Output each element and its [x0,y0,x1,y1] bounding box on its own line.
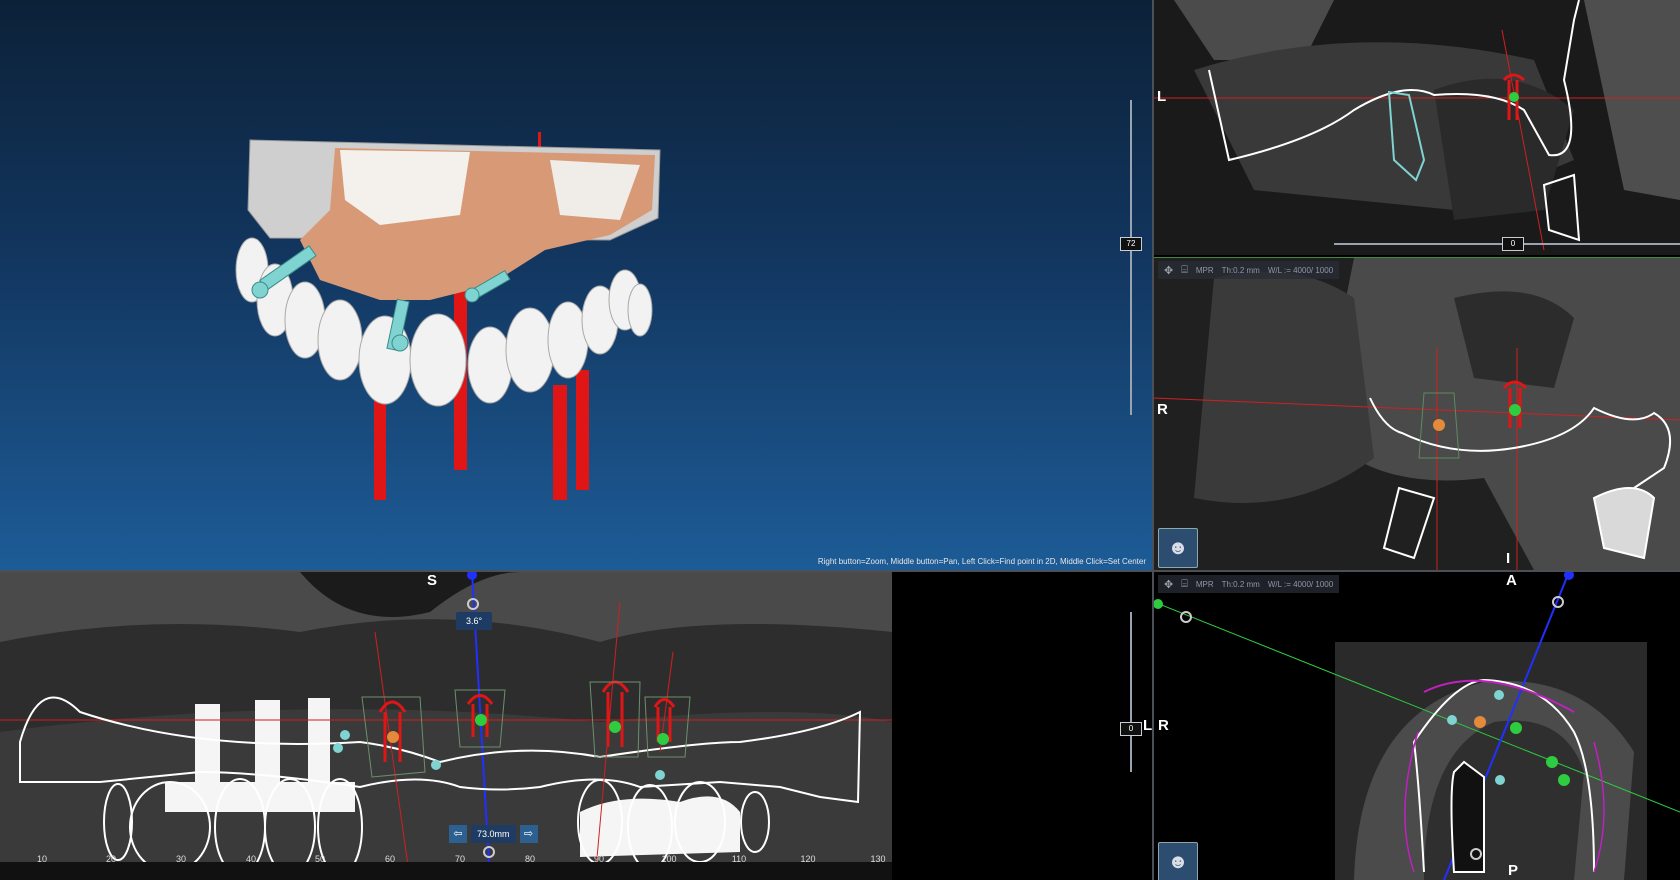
arch-mode: MPR [1195,579,1214,589]
view3d-slider[interactable] [1130,100,1132,415]
pano-angle-label: 3.6° [456,612,492,630]
implant-rod[interactable] [374,395,386,500]
sagittal-thickness: Th:0.2 mm [1221,265,1260,275]
arch-window-level: W/L := 4000/ 1000 [1267,579,1334,589]
sagittal-scan[interactable] [1154,258,1680,570]
pano-slider[interactable] [1130,612,1132,772]
ruler-tick: 60 [384,854,396,864]
pano-top-label: S [427,572,438,589]
pano-slider-value: 0 [1120,722,1142,736]
ruler-tick: 10 [36,854,48,864]
pane-divider-horizontal[interactable] [0,570,1680,572]
ruler-tick: 130 [870,854,886,864]
viewport-3d[interactable]: 72 Right button=Zoom, Middle button=Pan,… [0,0,1152,570]
implant-rod[interactable] [576,370,589,490]
arch-bottom-label: P [1508,862,1519,879]
arch-toolbar: ✥ ⌸ MPR Th:0.2 mm W/L := 4000/ 1000 [1158,575,1340,593]
move-icon[interactable]: ✥ [1164,264,1173,277]
pano-right-label: L [1143,717,1152,734]
ruler-tick: 90 [593,854,605,864]
move-icon[interactable]: ✥ [1164,578,1173,591]
view3d-slider-value: 72 [1120,237,1142,251]
camera-icon[interactable]: ⌸ [1181,264,1188,277]
ruler-tick: 50 [314,854,326,864]
arrow-right-icon[interactable]: ⇨ [519,825,538,843]
viewport-axial[interactable]: L S 0 [1154,0,1680,255]
arrow-left-icon[interactable]: ⇦ [449,825,467,843]
arch-thickness: Th:0.2 mm [1221,579,1260,589]
arch-top-label: A [1506,572,1517,589]
viewport-panoramic[interactable]: S 3.6° ⇦ 73.0mm ⇨ 0 L 10 20 30 40 50 60 … [0,572,1152,880]
sagittal-implant-marker[interactable] [1509,404,1521,416]
ruler-tick: 120 [800,854,816,864]
ruler-tick: 110 [731,854,747,864]
ruler-tick: 70 [454,854,466,864]
pano-distance-nav: ⇦ 73.0mm ⇨ [449,825,538,843]
axial-scan[interactable] [1154,0,1680,255]
panoramic-scan[interactable] [0,572,1152,880]
axial-left-label: L [1157,88,1167,105]
head-orientation-icon[interactable]: ☻ [1158,528,1198,568]
head-orientation-icon[interactable]: ☻ [1158,842,1198,880]
sagittal-window-level: W/L := 4000/ 1000 [1267,265,1334,275]
ruler-tick: 100 [661,854,677,864]
viewport-sagittal[interactable]: ✥ ⌸ MPR Th:0.2 mm W/L := 4000/ 1000 R I … [1154,257,1680,570]
arch-left-label: R [1158,717,1169,734]
pano-distance-label: 73.0mm [471,825,516,843]
implant-rod[interactable] [553,385,567,500]
pane-divider-vertical[interactable] [1152,0,1154,880]
axial-slider-value: 0 [1502,237,1524,251]
camera-icon[interactable]: ⌸ [1181,578,1188,591]
ruler-tick: 80 [524,854,536,864]
jaw-model-3d[interactable] [0,0,1152,570]
ruler-tick: 40 [245,854,257,864]
sagittal-mode: MPR [1195,265,1214,275]
sagittal-implant-marker-2[interactable] [1433,419,1445,431]
sagittal-bottom-label: I [1506,550,1511,567]
sagittal-left-label: R [1157,401,1168,418]
sagittal-toolbar: ✥ ⌸ MPR Th:0.2 mm W/L := 4000/ 1000 [1158,261,1340,279]
viewport-arch[interactable]: ✥ ⌸ MPR Th:0.2 mm W/L := 4000/ 1000 R A … [1154,572,1680,880]
view3d-help-text: Right button=Zoom, Middle button=Pan, Le… [817,557,1146,566]
axial-implant-marker[interactable] [1509,92,1519,102]
ruler-tick: 30 [175,854,187,864]
arch-scan[interactable] [1154,572,1680,880]
ruler-tick: 20 [105,854,117,864]
